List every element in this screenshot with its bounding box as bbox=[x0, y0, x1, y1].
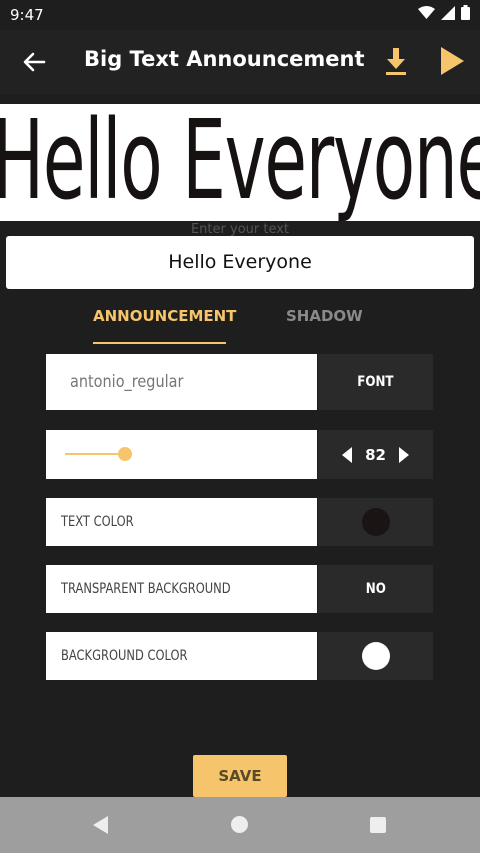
input-hint: Enter your text bbox=[190, 222, 290, 237]
back-arrow-icon[interactable] bbox=[20, 48, 48, 76]
transparent-background-row: TRANSPARENT BACKGROUND NO bbox=[46, 565, 433, 613]
preview-text: Hello Everyone bbox=[0, 104, 480, 221]
size-stepper: 82 bbox=[318, 430, 433, 479]
transparent-toggle[interactable]: NO bbox=[318, 565, 433, 613]
app-bar: Big Text Announcement bbox=[0, 30, 480, 94]
font-row: antonio_regular FONT bbox=[46, 354, 433, 410]
decrease-arrow-icon[interactable] bbox=[342, 446, 353, 463]
announcement-text-input[interactable]: Hello Everyone bbox=[6, 236, 474, 289]
slider-track bbox=[65, 453, 126, 455]
wifi-icon bbox=[418, 5, 435, 19]
font-button-label: FONT bbox=[357, 374, 394, 390]
play-icon[interactable] bbox=[438, 44, 466, 78]
nav-home-icon[interactable] bbox=[231, 816, 248, 833]
page-title: Big Text Announcement bbox=[84, 47, 365, 71]
status-bar: 9:47 bbox=[0, 0, 480, 30]
size-slider[interactable] bbox=[46, 430, 317, 479]
transparent-label-box: TRANSPARENT BACKGROUND bbox=[46, 565, 317, 613]
transparent-background-label: TRANSPARENT BACKGROUND bbox=[61, 581, 231, 597]
text-color-label-box: TEXT COLOR bbox=[46, 498, 317, 546]
system-nav-bar bbox=[0, 797, 480, 853]
nav-back-icon[interactable] bbox=[92, 816, 110, 834]
slider-thumb[interactable] bbox=[118, 447, 133, 461]
bg-color-label-box: BACKGROUND COLOR bbox=[46, 632, 317, 680]
text-color-swatch bbox=[361, 508, 390, 536]
signal-icon bbox=[441, 5, 455, 20]
nav-recents-icon[interactable] bbox=[370, 817, 386, 833]
font-name: antonio_regular bbox=[70, 372, 184, 392]
tab-announcement[interactable]: ANNOUNCEMENT bbox=[93, 307, 236, 325]
save-button[interactable]: SAVE bbox=[193, 755, 287, 797]
background-color-button[interactable] bbox=[318, 632, 433, 680]
background-color-label: BACKGROUND COLOR bbox=[61, 648, 188, 664]
increase-arrow-icon[interactable] bbox=[398, 446, 409, 463]
background-color-row: BACKGROUND COLOR bbox=[46, 632, 433, 680]
size-row: 82 bbox=[46, 430, 433, 479]
text-color-button[interactable] bbox=[318, 498, 433, 546]
text-color-label: TEXT COLOR bbox=[61, 514, 134, 530]
battery-icon bbox=[461, 5, 470, 20]
font-button[interactable]: FONT bbox=[318, 354, 433, 410]
transparent-value: NO bbox=[365, 581, 386, 597]
status-time: 9:47 bbox=[10, 6, 44, 24]
status-icons bbox=[418, 5, 470, 20]
tab-indicator bbox=[93, 342, 226, 344]
background-color-swatch bbox=[361, 642, 390, 670]
tab-shadow[interactable]: SHADOW bbox=[286, 307, 363, 325]
announcement-preview: Hello Everyone bbox=[0, 104, 480, 221]
download-icon[interactable] bbox=[382, 46, 410, 78]
text-color-row: TEXT COLOR bbox=[46, 498, 433, 546]
font-name-field: antonio_regular bbox=[46, 354, 317, 410]
size-value: 82 bbox=[365, 445, 386, 464]
